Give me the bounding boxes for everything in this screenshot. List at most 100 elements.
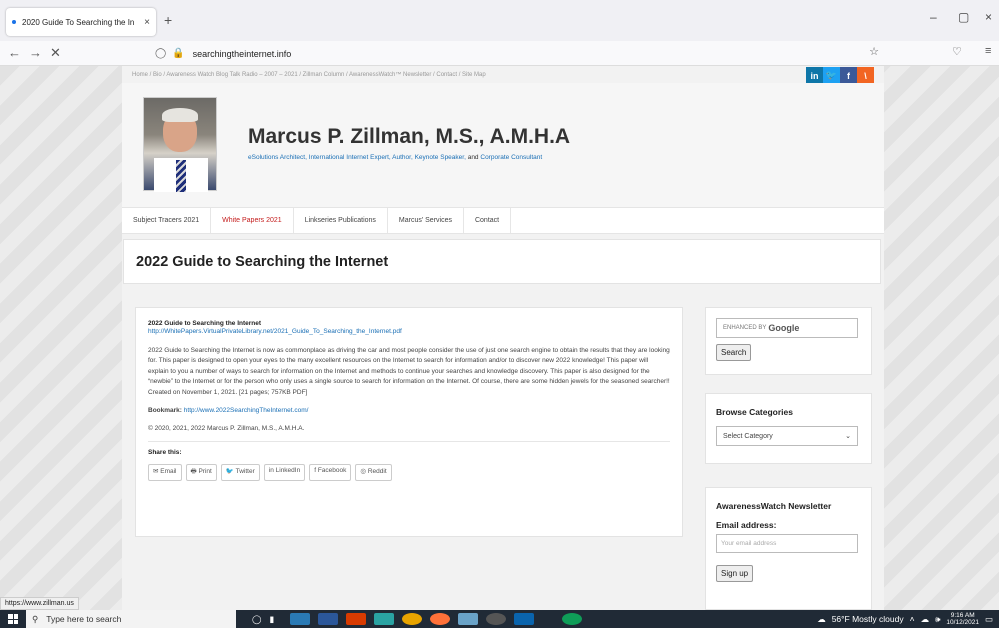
browser-tab-strip: 2020 Guide To Searching the In × + – ▢ × <box>0 0 999 41</box>
rss-icon[interactable]: \ <box>857 67 874 84</box>
lock-icon[interactable]: 🔒 <box>172 48 184 59</box>
url-text[interactable]: searchingtheinternet.info <box>193 49 292 59</box>
tagline-part-2: Corporate Consultant <box>480 154 543 161</box>
search-placeholder: ENHANCED BY <box>723 325 767 331</box>
post-body: 2022 Guide to Searching the Internet is … <box>148 347 670 396</box>
system-tray: ☁ 56°F Mostly cloudy ˄ ☁ 🕪 9:16 AM 10/12… <box>817 612 999 626</box>
address-bar[interactable]: ◯ 🔒 searchingtheinternet.info ☆ <box>155 44 885 63</box>
clock[interactable]: 9:16 AM 10/12/2021 <box>946 612 979 626</box>
app-icon[interactable] <box>562 613 583 625</box>
widgets-icon[interactable]: ▮ <box>270 614 275 625</box>
email-label: Email address: <box>716 520 777 530</box>
nav-subject-tracers[interactable]: Subject Tracers 2021 <box>122 208 212 233</box>
category-select[interactable]: Select Category ⌄ <box>716 426 858 446</box>
task-view-icon[interactable]: ◯ <box>252 614 262 625</box>
minimize-button[interactable]: – <box>930 10 937 24</box>
store-icon[interactable] <box>458 613 479 625</box>
stop-icon[interactable]: ✕ <box>50 45 61 61</box>
signup-button[interactable]: Sign up <box>716 565 754 582</box>
main-nav: Subject Tracers 2021 White Papers 2021 L… <box>122 207 884 234</box>
new-tab-button[interactable]: + <box>164 12 172 28</box>
site-tagline: eSolutions Architect, International Inte… <box>248 154 542 161</box>
share-facebook-button[interactable]: f Facebook <box>309 464 352 482</box>
tab-close-icon[interactable]: × <box>144 17 150 28</box>
taskbar-search[interactable]: ⚲ Type here to search <box>26 610 236 628</box>
search-button[interactable]: Search <box>716 344 752 361</box>
chevron-up-icon[interactable]: ˄ <box>910 614 915 624</box>
window-close-button[interactable]: × <box>985 10 992 24</box>
facebook-icon[interactable]: f <box>840 67 857 84</box>
pocket-icon[interactable]: ♡ <box>952 45 962 58</box>
browser-tab[interactable]: 2020 Guide To Searching the In × <box>6 8 156 36</box>
office-icon[interactable] <box>346 613 367 625</box>
edge-icon[interactable] <box>374 613 395 625</box>
divider <box>148 440 670 442</box>
newsletter-title: AwarenessWatch Newsletter <box>716 501 832 511</box>
taskbar-search-placeholder: Type here to search <box>46 614 122 624</box>
status-link-preview: https://www.zillman.us <box>0 597 79 610</box>
file-explorer-icon[interactable] <box>290 613 311 625</box>
share-print-button[interactable]: 🖶 Print <box>185 464 217 482</box>
category-select-value: Select Category <box>723 432 773 440</box>
bookmark-line: Bookmark: http://www.2022SearchingTheInt… <box>148 406 670 416</box>
chevron-down-icon: ⌄ <box>845 433 851 440</box>
pdf-link[interactable]: http://WhitePapers.VirtualPrivateLibrary… <box>148 328 670 335</box>
start-button[interactable] <box>0 610 26 628</box>
newsletter-widget: AwarenessWatch Newsletter Email address:… <box>705 487 872 610</box>
tab-favicon-icon <box>12 20 16 24</box>
site-header: Marcus P. Zillman, M.S., A.M.H.A eSoluti… <box>122 83 884 207</box>
breadcrumb[interactable]: Home / Bio / Awareness Watch Blog Talk R… <box>132 72 486 78</box>
tab-title: 2020 Guide To Searching the In <box>22 17 135 27</box>
clock-time: 9:16 AM <box>950 612 975 619</box>
chrome-icon[interactable] <box>402 613 423 625</box>
nav-services[interactable]: Marcus' Services <box>388 208 464 233</box>
weather-icon[interactable]: ☁ <box>817 614 826 625</box>
site-title[interactable]: Marcus P. Zillman, M.S., A.M.H.A <box>248 125 570 149</box>
maximize-button[interactable]: ▢ <box>958 10 969 24</box>
browse-categories-title: Browse Categories <box>716 407 793 417</box>
firefox-icon[interactable] <box>430 613 451 625</box>
nav-white-papers[interactable]: White Papers 2021 <box>211 208 294 233</box>
windows-icon <box>8 614 18 624</box>
bookmark-label: Bookmark: <box>148 407 182 415</box>
nav-contact[interactable]: Contact <box>464 208 512 233</box>
notification-icon[interactable]: ▭ <box>985 614 993 625</box>
social-links: in 🐦 f \ <box>806 67 874 84</box>
twitter-icon[interactable]: 🐦 <box>823 67 840 84</box>
weather-text[interactable]: 56°F Mostly cloudy <box>832 614 904 624</box>
bookmark-link[interactable]: http://www.2022SearchingTheInternet.com/ <box>184 407 309 414</box>
forward-icon[interactable]: → <box>29 45 42 60</box>
google-search-input[interactable]: ENHANCED BY Google <box>716 318 858 338</box>
dell-icon[interactable] <box>486 613 507 625</box>
volume-icon[interactable]: 🕪 <box>935 614 940 625</box>
search-icon: ⚲ <box>32 613 39 624</box>
mail-icon[interactable] <box>514 613 535 625</box>
share-reddit-button[interactable]: ◎ Reddit <box>355 464 392 482</box>
shield-icon[interactable]: ◯ <box>155 48 166 59</box>
clock-date: 10/12/2021 <box>946 619 979 626</box>
share-label: Share this: <box>148 448 182 456</box>
taskbar: ⚲ Type here to search ◯ ▮ ☁ 56°F Mostly … <box>0 610 999 628</box>
search-widget: ENHANCED BY Google Search <box>705 307 872 375</box>
email-field[interactable]: Your email address <box>716 534 858 553</box>
nav-linkseries[interactable]: Linkseries Publications <box>294 208 388 233</box>
author-photo <box>143 97 217 192</box>
tagline-and: and <box>467 154 479 161</box>
back-icon[interactable]: ← <box>8 45 21 60</box>
page-title: 2022 Guide to Searching the Internet <box>136 254 389 270</box>
tagline-part-1: eSolutions Architect, International Inte… <box>248 154 466 161</box>
bookmark-star-icon[interactable]: ☆ <box>869 45 879 58</box>
page-title-box: 2022 Guide to Searching the Internet <box>123 239 881 284</box>
menu-icon[interactable]: ≡ <box>985 45 991 57</box>
network-icon[interactable]: ☁ <box>921 614 930 625</box>
browser-nav-bar: ← → ✕ ◯ 🔒 searchingtheinternet.info ☆ ♡ … <box>0 41 999 66</box>
linkedin-icon[interactable]: in <box>806 67 823 84</box>
google-label: Google <box>768 323 800 333</box>
post-heading: 2022 Guide to Searching the Internet <box>148 320 262 327</box>
web-page: Home / Bio / Awareness Watch Blog Talk R… <box>0 66 999 610</box>
top-links-bar: Home / Bio / Awareness Watch Blog Talk R… <box>122 66 884 84</box>
share-email-button[interactable]: ✉ Email <box>148 464 182 482</box>
share-twitter-button[interactable]: 🐦 Twitter <box>220 464 260 482</box>
share-linkedin-button[interactable]: in LinkedIn <box>263 464 306 482</box>
word-icon[interactable] <box>318 613 339 625</box>
